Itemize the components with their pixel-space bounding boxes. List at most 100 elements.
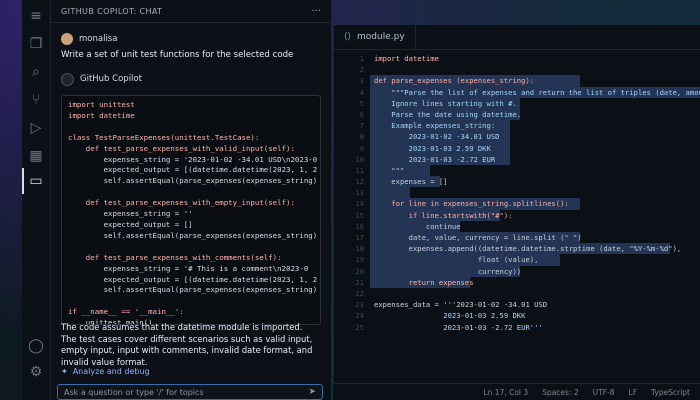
line-number: 6 [359,109,364,119]
copilot-chat-icon[interactable]: ▭ [26,171,46,191]
sparkle-icon: ✦ [61,367,68,376]
line-number: 4 [359,87,364,97]
line-content: Parse the date using datetime. [374,109,522,119]
chat-code-line: if __name__ == '__main__': [68,307,184,317]
line-number: 10 [355,154,364,164]
user-name: monalisa [79,34,118,44]
line-content: for line in expenses_string.splitlines()… [374,199,569,209]
line-content: Example expenses_string: [374,121,496,131]
chat-code-line: self.assertEqual(parse_expenses(expenses… [68,230,318,240]
chat-code-line [68,242,314,253]
chat-input[interactable]: Ask a question or type '/' for topics ➤ [57,384,323,400]
chat-code-line: def test_parse_expenses_with_valid_input… [68,143,295,153]
assistant-message-header: GitHub Copilot [51,69,331,89]
more-actions-icon[interactable]: ··· [311,6,321,17]
line-content: expenses = [] [374,177,448,187]
line-number: 8 [359,132,364,142]
line-content: Ignore lines starting with #. [374,98,517,108]
editor-line: 3 def parse_expenses (expenses_string): [334,75,700,87]
chat-code-line: class TestParseExpenses(unittest.TestCas… [68,132,260,142]
line-content: 2023-01-02 -34.01 USD [374,132,500,142]
line-content: import datetime [374,54,439,63]
status-indentation[interactable]: Spaces: 2 [542,388,578,397]
editor-line: 19 float (value), [334,254,700,266]
chat-code-line: import datetime [68,110,135,120]
line-number: 12 [355,177,364,187]
run-debug-icon[interactable]: ▷ [26,118,46,138]
line-content: 2023-01-03 2.59 DKK [374,311,526,321]
hamburger-menu-icon[interactable]: ≡ [26,6,46,26]
chat-code-line: def test_parse_expenses_with_empty_input… [68,198,295,208]
line-number: 11 [355,165,364,175]
editor-line: 20 currency)) [334,265,700,277]
chat-code-line: def test_parse_expenses_with_comments(se… [68,252,282,262]
activity-bar: ≡ ❐ ⌕ ⑂ ▷ ▦ ▭ ◯ ⚙ [22,0,51,400]
line-content: currency)) [374,266,522,276]
chat-code-line: self.assertEqual(parse_expenses(expenses… [68,285,318,295]
editor-line: 7 Example expenses_string: [334,120,700,132]
line-content: expenses.append((datetime.datetime.strpt… [374,244,682,254]
app-window: ≡ ❐ ⌕ ⑂ ▷ ▦ ▭ ◯ ⚙ GITHUB COPILOT: CHAT ·… [0,0,700,400]
account-icon[interactable]: ◯ [26,336,46,356]
editor-line: 23 expenses_data = '''2023-01-02 -34.01 U… [334,299,700,310]
line-number: 16 [355,221,364,231]
line-number: 7 [359,121,364,131]
source-control-icon[interactable]: ⑂ [26,90,46,110]
line-content: if line.startswith("#"): [374,210,513,220]
line-number: 25 [355,322,364,332]
line-number: 14 [355,199,364,209]
extensions-icon[interactable]: ▦ [26,146,46,166]
editor-tabbar: ⟨⟩ module.py [334,25,700,50]
line-content: 2023-01-03 -2.72 EUR [374,154,496,164]
copilot-chat-panel: GITHUB COPILOT: CHAT ··· monalisa Write … [51,0,332,400]
editor-line: 9 2023-01-03 2.59 DKK [334,142,700,154]
analyze-and-debug-label: Analyze and debug [72,367,150,376]
chat-code-line: expected_output = [(datetime.datetime(20… [68,274,318,284]
line-content: 2023-01-03 2.59 DKK [374,143,491,153]
chat-code-line [68,187,314,198]
line-content: continue [374,221,461,231]
line-content: def parse_expenses (expenses_string): [374,76,535,86]
line-content: return expenses [374,277,474,287]
tab-module-py[interactable]: ⟨⟩ module.py [334,25,416,49]
line-number: 17 [355,233,364,242]
search-icon[interactable]: ⌕ [26,62,46,82]
explorer-icon[interactable]: ❐ [26,34,46,54]
status-eol[interactable]: LF [629,388,638,397]
chat-code-line: expenses_string = '# This is a comment\n… [68,263,309,273]
analyze-and-debug-link[interactable]: ✦ Analyze and debug [61,367,150,376]
chat-code-line: self.assertEqual(parse_expenses(expenses… [68,176,318,186]
chat-title: GITHUB COPILOT: CHAT [61,6,163,16]
settings-gear-icon[interactable]: ⚙ [26,362,46,382]
editor-line: 16 continue [334,220,700,232]
editor-lines[interactable]: 1 import datetime 2 3 def parse_expenses (ex… [334,53,700,378]
line-number: 21 [355,277,364,287]
line-content: float (value), [374,255,539,265]
editor-line: 4 """Parse the list of expenses and retu… [334,86,700,98]
editor-line: 13 [334,187,700,199]
editor-line: 18 expenses.append((datetime.datetime.st… [334,243,700,255]
status-encoding[interactable]: UTF-8 [593,388,615,397]
assistant-name: GitHub Copilot [80,74,142,84]
user-message: Write a set of unit test functions for t… [61,50,294,60]
editor-line: 15 if line.startswith("#"): [334,209,700,221]
line-content: expenses_data = '''2023-01-02 -34.01 USD [374,300,548,310]
line-number: 9 [359,143,364,153]
python-file-icon: ⟨⟩ [344,32,352,42]
send-icon[interactable]: ➤ [308,387,316,397]
status-language[interactable]: TypeScript [651,388,690,397]
line-number: 3 [359,76,364,86]
chat-header: GITHUB COPILOT: CHAT ··· [51,0,331,23]
assistant-code-block[interactable]: import unittest import datetime class Tes… [61,95,321,325]
assistant-explanation: The code assumes that the datetime modul… [61,322,313,367]
line-number: 20 [355,266,364,276]
status-cursor-position[interactable]: Ln 17, Col 3 [483,388,528,397]
line-number: 18 [355,244,364,254]
chat-code-line: expenses_string = '2023-01-02 -34.01 USD… [68,154,318,164]
line-number: 22 [355,288,364,298]
copilot-avatar-icon [61,72,74,86]
status-bar: Ln 17, Col 3 Spaces: 2 UTF-8 LF TypeScri… [333,383,700,400]
editor-line: 1 import datetime [334,53,700,64]
line-number: 19 [355,255,364,265]
editor-line: 8 2023-01-02 -34.01 USD [334,131,700,143]
